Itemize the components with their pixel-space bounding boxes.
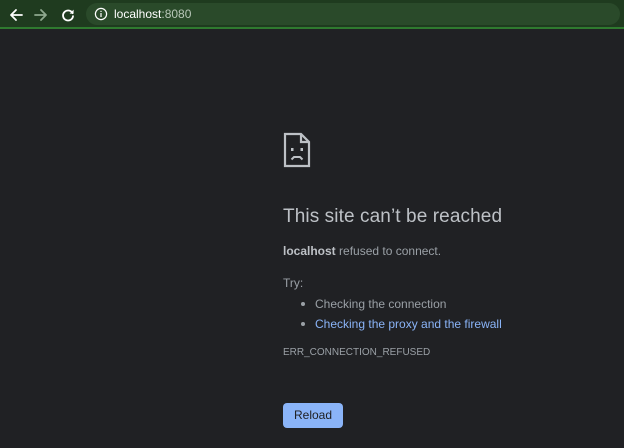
reload-icon: [62, 9, 74, 22]
error-title: This site can’t be reached: [283, 206, 503, 227]
address-bar[interactable]: localhost:8080: [86, 3, 620, 25]
try-label: Try:: [283, 276, 304, 290]
error-message: localhost refused to connect.: [283, 243, 441, 259]
error-page: This site can’t be reached localhost ref…: [0, 29, 624, 448]
forward-arrow-icon: [34, 9, 47, 21]
sad-page-icon: [283, 132, 311, 168]
suggestion-check-proxy-link[interactable]: Checking the proxy and the firewall: [283, 314, 502, 334]
browser-toolbar: localhost:8080: [0, 0, 624, 29]
info-icon[interactable]: [94, 7, 108, 21]
back-button[interactable]: [6, 5, 26, 25]
reload-button[interactable]: Reload: [283, 403, 343, 428]
suggestion-label[interactable]: Checking the proxy and the firewall: [315, 317, 502, 331]
suggestion-list: Checking the connection Checking the pro…: [283, 294, 502, 334]
suggestion-label: Checking the connection: [315, 297, 447, 311]
error-message-suffix: refused to connect.: [335, 244, 442, 258]
back-arrow-icon: [10, 9, 23, 21]
url-host: localhost: [114, 7, 162, 21]
reload-nav-button[interactable]: [58, 5, 78, 25]
url-text[interactable]: localhost:8080: [114, 7, 191, 21]
suggestion-check-connection: Checking the connection: [283, 294, 502, 314]
forward-button[interactable]: [31, 5, 51, 25]
error-host: localhost: [283, 244, 336, 258]
url-port: :8080: [161, 7, 192, 21]
bullet-dot: [301, 302, 305, 306]
bullet-dot: [301, 322, 305, 326]
error-code: ERR_CONNECTION_REFUSED: [283, 347, 431, 358]
